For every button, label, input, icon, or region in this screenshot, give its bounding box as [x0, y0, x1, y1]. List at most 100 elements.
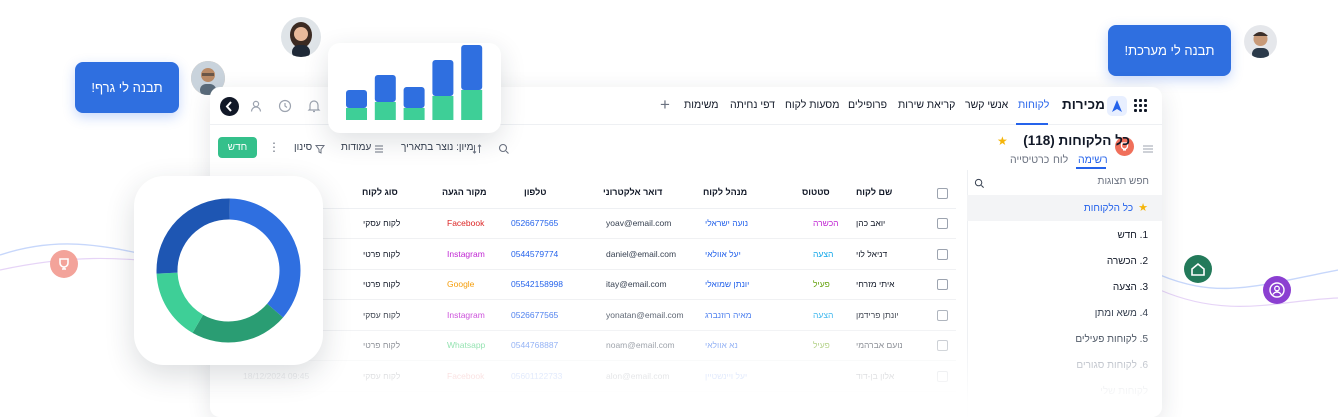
cell-manager: יונתן שמואלי: [705, 279, 750, 289]
cell-manager: יעל אוולאי: [705, 248, 741, 259]
history-clock-icon[interactable]: [277, 98, 293, 114]
donut-slice-3: [156, 272, 204, 333]
home-badge-icon: [1184, 255, 1212, 283]
user-profile-icon[interactable]: [248, 98, 264, 114]
row-checkbox[interactable]: [937, 279, 948, 290]
cell-phone[interactable]: 0544579774: [511, 249, 558, 259]
cell-status: הצעה: [813, 248, 834, 259]
sidebar-item-proposal[interactable]: 3. הצעה: [967, 275, 1162, 301]
donut-chart-card: [134, 176, 323, 365]
cell-phone[interactable]: 0526677565: [511, 310, 558, 320]
cell-name: דניאל לוי: [856, 248, 888, 259]
select-all-checkbox[interactable]: [937, 188, 948, 199]
cell-phone[interactable]: 05542158998: [511, 279, 563, 289]
cell-source: Instagram: [447, 248, 485, 259]
sidebar-item-all-customers[interactable]: ★ כל הלקוחות: [967, 195, 1162, 221]
back-arrow-icon[interactable]: [220, 97, 239, 116]
view-tab-cards[interactable]: כרטיסייה: [1010, 154, 1049, 166]
brand-logo-icon: [1107, 96, 1127, 116]
trophy-badge-icon: [50, 250, 78, 278]
bar-4-segment-2: [432, 60, 454, 96]
cell-email[interactable]: yonatan@email.com: [606, 310, 684, 320]
column-header-manager[interactable]: מנהל לקוח: [703, 187, 747, 197]
row-checkbox[interactable]: [937, 248, 948, 260]
column-header-source[interactable]: מקור הגעה: [442, 187, 487, 197]
new-customer-button[interactable]: חדש: [218, 137, 257, 158]
sidebar-item-label: כל הלקוחות: [1083, 203, 1134, 214]
cell-email[interactable]: daniel@email.com: [606, 249, 676, 259]
cell-email[interactable]: noam@email.com: [606, 340, 675, 350]
avatar-woman: [281, 17, 321, 57]
cell-type: לקוח עסקי: [363, 309, 401, 320]
view-tab-list[interactable]: רשימה: [1078, 154, 1108, 166]
avatar-man-smiling: [1244, 25, 1277, 58]
nav-contacts[interactable]: אנשי קשר: [965, 99, 1008, 111]
cell-status: פעיל: [813, 279, 830, 289]
view-tab-board[interactable]: לוח: [1053, 154, 1068, 166]
nav-customers[interactable]: לקוחות: [1018, 99, 1049, 111]
views-search[interactable]: חפש תצוגות: [968, 170, 1162, 194]
more-options-icon[interactable]: ⋮: [268, 140, 280, 154]
favorite-star-icon[interactable]: ★: [997, 134, 1008, 148]
cell-manager: נא אוולאי: [705, 340, 738, 350]
row-checkbox[interactable]: [937, 309, 948, 321]
sidebar-star-icon: ★: [1138, 202, 1148, 214]
filter-button[interactable]: סינון: [294, 142, 312, 153]
sidebar-item-active-customers[interactable]: 5. לקוחות פעילים: [967, 327, 1162, 353]
cell-status: פעיל: [813, 340, 830, 350]
apps-grid-icon[interactable]: [1134, 99, 1148, 113]
sidebar-item-closed-customers[interactable]: 6. לקוחות סגורים: [967, 353, 1162, 379]
cell-name: יואב כהן: [856, 218, 886, 228]
add-tab-icon[interactable]: +: [660, 95, 670, 115]
page-title-text: כל הלקוחות: [1058, 133, 1131, 148]
cell-email[interactable]: itay@email.com: [606, 279, 667, 289]
cell-email[interactable]: alon@email.com: [606, 371, 669, 381]
cell-date: 18/12/2024 09:45: [243, 370, 310, 381]
cell-email[interactable]: yoav@email.com: [606, 218, 671, 228]
cell-phone[interactable]: 0526677565: [511, 218, 558, 228]
sidebar-item-new[interactable]: 1. חדש: [967, 223, 1162, 249]
column-header-status[interactable]: סטטוס: [802, 187, 830, 197]
nav-customer-journeys[interactable]: מסעות לקוח: [785, 99, 839, 111]
cell-type: לקוח פרטי: [363, 279, 401, 289]
nav-service-calls[interactable]: קריאת שירות: [898, 99, 955, 111]
columns-button[interactable]: עמודות: [341, 142, 371, 153]
bar-2-segment-2: [374, 75, 396, 102]
sidebar-item-my-customers[interactable]: לקוחות שלי: [967, 379, 1162, 405]
bar-3-segment-2: [403, 87, 425, 108]
table-search-icon[interactable]: [498, 142, 510, 160]
cell-source: Facebook: [447, 218, 485, 228]
bar-4-segment-1: [432, 96, 454, 120]
cell-phone[interactable]: 05601122733: [511, 371, 562, 381]
sort-button[interactable]: מיון: נוצר בתאריך: [401, 142, 474, 153]
row-checkbox[interactable]: [937, 370, 948, 382]
view-tab-indicator: [1076, 167, 1106, 169]
chat-bubble-graph: תבנה לי גרף!: [75, 62, 179, 113]
nav-landing-pages[interactable]: דפי נחיתה: [730, 99, 775, 111]
row-checkbox[interactable]: [937, 340, 948, 351]
filter-icon: [314, 142, 326, 160]
nav-profiles[interactable]: פרופילים: [848, 99, 887, 111]
bar-2-segment-1: [374, 102, 396, 120]
nav-tasks[interactable]: משימות: [684, 99, 719, 111]
cell-type: לקוח פרטי: [363, 340, 401, 350]
crm-window: מכירות לקוחות אנשי קשר קריאת שירות פרופי…: [210, 87, 1162, 417]
table-row[interactable]: אלון בן-דוד יעל ויינשטיין alon@email.com 05…: [210, 362, 956, 392]
nav-active-indicator: [1016, 123, 1048, 125]
cell-type: לקוח עסקי: [363, 370, 401, 381]
bar-chart: [346, 45, 483, 120]
notifications-bell-icon[interactable]: [306, 98, 322, 114]
sidebar-item-negotiation[interactable]: 4. משא ומתן: [967, 301, 1162, 327]
hamburger-menu-icon[interactable]: [1142, 141, 1154, 153]
column-header-type[interactable]: סוג לקוח: [362, 187, 398, 197]
column-header-email[interactable]: דואר אלקטרוני: [603, 187, 662, 197]
column-header-phone[interactable]: טלפון: [524, 187, 546, 197]
donut-slice-4: [156, 198, 230, 274]
donut-slice-1: [229, 198, 301, 318]
bar-chart-card: [328, 43, 501, 133]
cell-phone[interactable]: 0544768887: [511, 340, 558, 350]
cell-status: הצעה: [813, 309, 834, 320]
sidebar-item-qualification[interactable]: 2. הכשרה: [967, 249, 1162, 275]
column-header-name[interactable]: שם לקוח: [856, 187, 892, 197]
row-checkbox[interactable]: [937, 218, 948, 229]
